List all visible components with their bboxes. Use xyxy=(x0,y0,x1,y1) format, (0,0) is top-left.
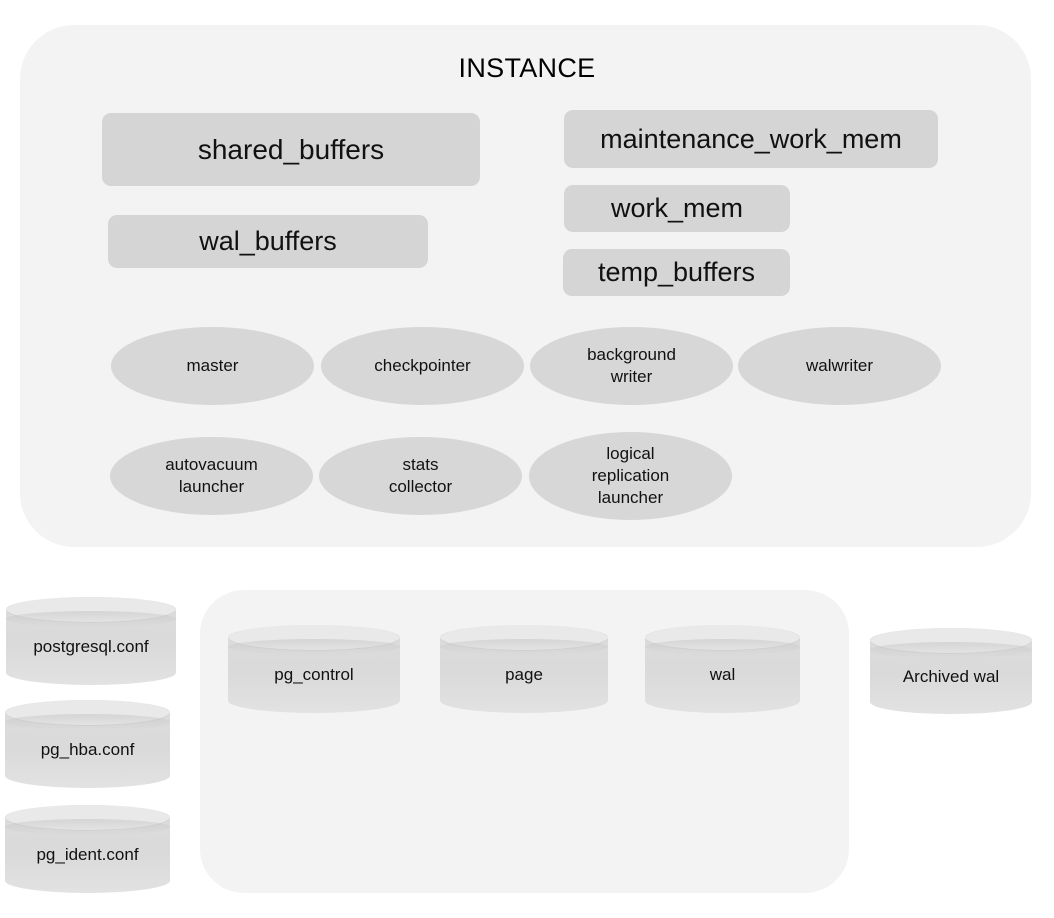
process-label-line: walwriter xyxy=(805,356,874,376)
cylinder-top-icon xyxy=(5,700,170,726)
cylinder-label: Archived wal xyxy=(902,667,1000,686)
process-label-line: replication xyxy=(591,466,670,486)
config-file-cylinder-pg-hba-conf: pg_hba.conf xyxy=(5,700,170,788)
memory-box-temp-buffers: temp_buffers xyxy=(563,249,790,296)
process-label-line: launcher xyxy=(178,477,245,496)
cylinder-top-icon xyxy=(645,625,800,651)
process-label-line: background xyxy=(587,345,676,365)
process-label: walwriter xyxy=(806,355,873,377)
process-label-line: stats xyxy=(402,455,439,475)
cylinder-label: pg_control xyxy=(274,665,354,684)
cylinder-label: postgresql.conf xyxy=(33,637,149,656)
memory-box-label: maintenance_work_mem xyxy=(600,123,902,154)
cylinder-top-icon xyxy=(5,805,170,831)
process-ellipse-logical-replication-launcher: logical replication launcher xyxy=(529,432,732,520)
process-label: logical replication launcher xyxy=(592,443,670,508)
process-label: autovacuum launcher xyxy=(165,454,258,498)
memory-box-shared-buffers: shared_buffers xyxy=(102,113,480,186)
config-file-cylinder-postgresql-conf: postgresql.conf xyxy=(6,597,176,685)
storage-cylinder-wal: wal xyxy=(645,625,800,713)
memory-box-work-mem: work_mem xyxy=(564,185,790,232)
process-ellipse-walwriter: walwriter xyxy=(738,327,941,405)
process-label-line: master xyxy=(186,356,239,376)
page-title: INSTANCE xyxy=(458,53,596,83)
memory-box-label: work_mem xyxy=(610,193,744,223)
process-label-line: launcher xyxy=(597,487,664,507)
process-ellipse-autovacuum-launcher: autovacuum launcher xyxy=(110,437,313,515)
config-file-cylinder-pg-ident-conf: pg_ident.conf xyxy=(5,805,170,893)
process-label-line: autovacuum xyxy=(165,455,258,475)
process-label: background writer xyxy=(587,344,676,388)
process-ellipse-stats-collector: stats collector xyxy=(319,437,522,515)
process-label: checkpointer xyxy=(374,355,470,377)
cylinder-top-icon xyxy=(440,625,608,651)
cylinder-top-icon xyxy=(228,625,400,651)
cylinder-label: pg_ident.conf xyxy=(36,845,139,864)
process-label-line: checkpointer xyxy=(374,356,471,376)
cylinder-label: pg_hba.conf xyxy=(40,740,135,759)
process-label-line: collector xyxy=(388,477,453,496)
process-ellipse-background-writer: background writer xyxy=(530,327,733,405)
storage-cylinder-page: page xyxy=(440,625,608,713)
cylinder-top-icon xyxy=(870,628,1032,654)
cylinder-label: page xyxy=(505,665,543,684)
process-ellipse-master: master xyxy=(111,327,314,405)
cylinder-label: wal xyxy=(709,665,736,684)
archive-cylinder-archived-wal: Archived wal xyxy=(870,628,1032,714)
memory-box-maintenance-work-mem: maintenance_work_mem xyxy=(564,110,938,168)
process-label-line: writer xyxy=(610,367,653,386)
process-label-line: logical xyxy=(606,444,655,464)
process-ellipse-checkpointer: checkpointer xyxy=(321,327,524,405)
memory-box-label: temp_buffers xyxy=(597,257,756,287)
memory-box-label: shared_buffers xyxy=(197,133,385,165)
memory-box-label: wal_buffers xyxy=(199,226,337,256)
process-label: stats collector xyxy=(389,454,452,498)
process-label: master xyxy=(187,355,239,377)
memory-box-wal-buffers: wal_buffers xyxy=(108,215,428,268)
cylinder-top-icon xyxy=(6,597,176,623)
storage-cylinder-pg-control: pg_control xyxy=(228,625,400,713)
